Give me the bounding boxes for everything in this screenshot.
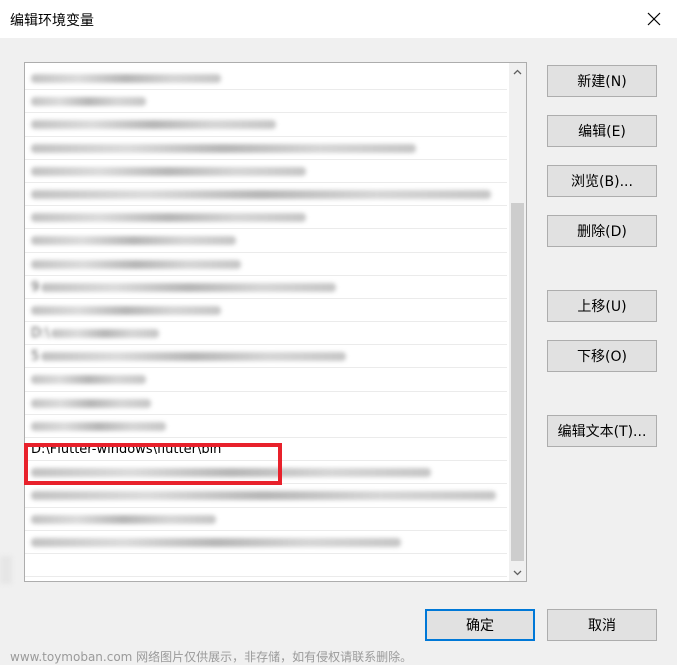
scroll-down-button[interactable]: [509, 564, 526, 581]
chevron-up-icon: [513, 69, 522, 74]
decorative-blur: [0, 556, 12, 584]
close-button[interactable]: [631, 0, 677, 38]
list-item[interactable]: [25, 508, 507, 531]
list-item-partial-text: 5: [31, 349, 40, 365]
move-up-button[interactable]: 上移(U): [547, 290, 657, 322]
list-item[interactable]: [25, 461, 507, 485]
cancel-button[interactable]: 取消: [547, 609, 657, 641]
move-down-button[interactable]: 下移(O): [547, 340, 657, 372]
window-title: 编辑环境变量: [10, 13, 94, 29]
path-list-rows: 9 D:\ 5 D:\Flutter-windows\flutter\bin: [25, 67, 507, 578]
list-item-partial-text: 9: [31, 279, 40, 295]
scroll-thumb[interactable]: [511, 203, 524, 561]
list-item[interactable]: [25, 484, 507, 508]
list-item[interactable]: [25, 415, 507, 438]
list-item[interactable]: [25, 253, 507, 276]
path-list[interactable]: 9 D:\ 5 D:\Flutter-windows\flutter\bin: [24, 62, 527, 582]
delete-button[interactable]: 删除(D): [547, 215, 657, 247]
list-item[interactable]: [25, 160, 507, 183]
list-item[interactable]: 5: [25, 345, 507, 369]
list-item[interactable]: [25, 299, 507, 323]
close-icon: [647, 12, 661, 26]
vertical-scrollbar[interactable]: [509, 63, 526, 581]
list-item[interactable]: [25, 183, 507, 207]
list-item[interactable]: [25, 368, 507, 392]
list-item[interactable]: D:\: [25, 322, 507, 346]
list-item[interactable]: [25, 554, 507, 578]
list-item[interactable]: [25, 113, 507, 137]
list-item-label: D:\Flutter-windows\flutter\bin: [31, 442, 222, 457]
edit-text-button[interactable]: 编辑文本(T)...: [547, 415, 657, 447]
list-item[interactable]: [25, 90, 507, 114]
list-item-selected[interactable]: D:\Flutter-windows\flutter\bin: [25, 438, 507, 462]
browse-button[interactable]: 浏览(B)...: [547, 165, 657, 197]
list-item[interactable]: [25, 392, 507, 415]
chevron-down-icon: [513, 570, 522, 575]
list-item[interactable]: [25, 531, 507, 554]
list-item[interactable]: 9: [25, 276, 507, 299]
edit-button[interactable]: 编辑(E): [547, 115, 657, 147]
new-button[interactable]: 新建(N): [547, 65, 657, 97]
list-item-partial-text: D:\: [31, 326, 50, 342]
list-item[interactable]: [25, 137, 507, 160]
scroll-up-button[interactable]: [509, 63, 526, 80]
list-item[interactable]: [25, 206, 507, 230]
title-bar: 编辑环境变量: [0, 0, 677, 38]
watermark-text: www.toymoban.com 网络图片仅供展示，非存储，如有侵权请联系删除。: [10, 650, 413, 664]
list-item[interactable]: [25, 67, 507, 91]
edit-env-var-dialog: 编辑环境变量 9 D:\ 5 D:\Flutter-windows\flutte…: [0, 0, 677, 664]
list-item[interactable]: [25, 229, 507, 253]
ok-button[interactable]: 确定: [425, 609, 535, 641]
